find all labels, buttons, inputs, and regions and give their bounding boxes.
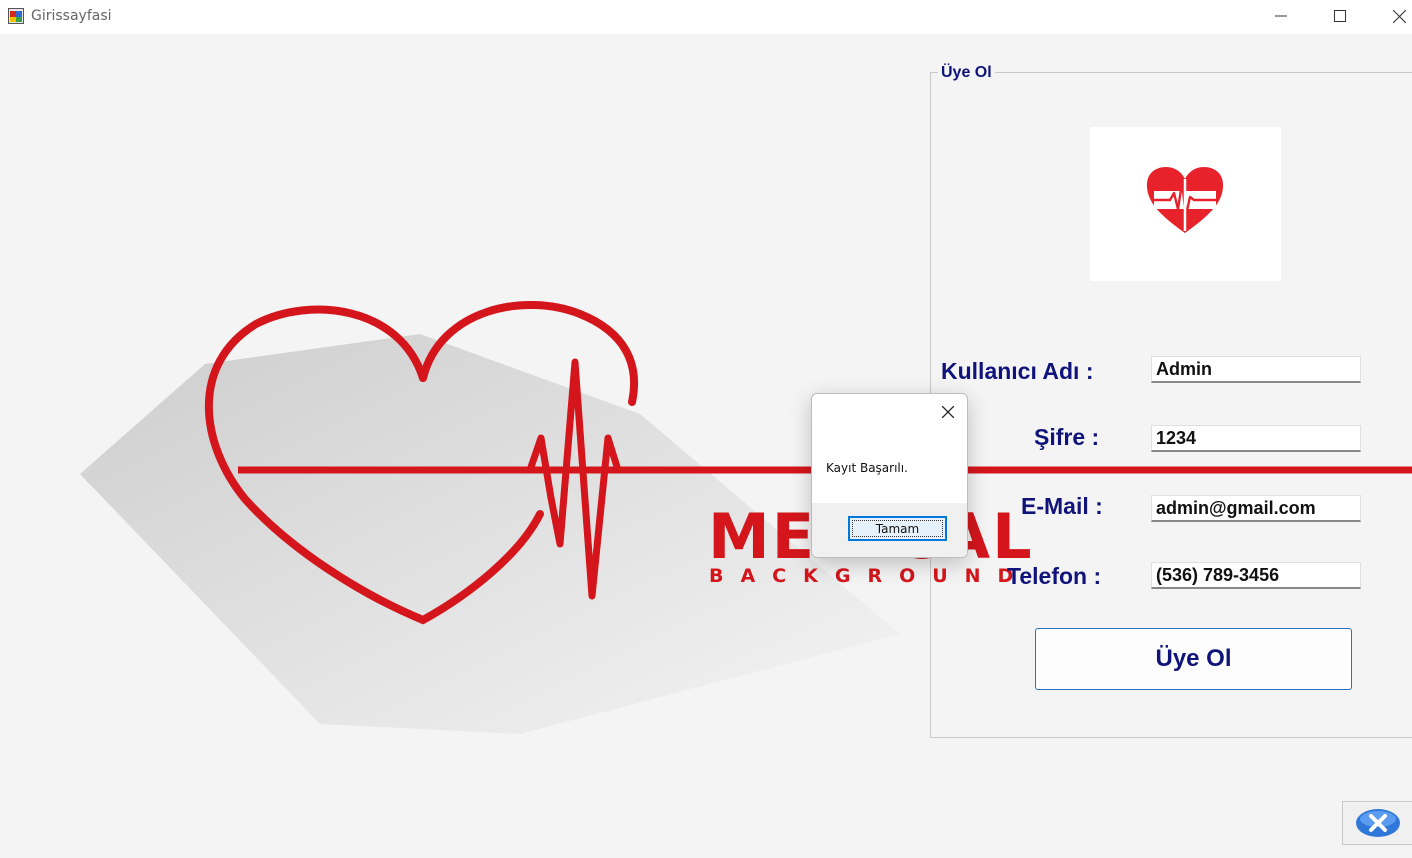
username-field[interactable] bbox=[1151, 356, 1361, 383]
minimize-icon bbox=[1275, 15, 1287, 17]
exit-button[interactable] bbox=[1342, 801, 1412, 845]
signup-button[interactable]: Üye Ol bbox=[1035, 628, 1352, 690]
ok-button-label: Tamam bbox=[852, 520, 943, 537]
email-field[interactable] bbox=[1151, 495, 1361, 522]
window-title: Girissayfasi bbox=[31, 8, 112, 24]
ok-button[interactable]: Tamam bbox=[848, 516, 947, 541]
logo-picture bbox=[1090, 127, 1281, 281]
phone-field[interactable] bbox=[1151, 562, 1361, 589]
minimize-button[interactable] bbox=[1252, 0, 1310, 32]
maximize-icon bbox=[1334, 10, 1346, 22]
dialog-message: Kayıt Başarılı. bbox=[826, 461, 908, 475]
password-field[interactable] bbox=[1151, 425, 1361, 452]
close-icon bbox=[1392, 9, 1406, 23]
message-dialog: Kayıt Başarılı. Tamam bbox=[811, 393, 968, 558]
maximize-button[interactable] bbox=[1311, 0, 1369, 32]
close-circle-icon bbox=[1355, 809, 1400, 837]
app-window-icon bbox=[8, 8, 24, 24]
title-bar: Girissayfasi bbox=[0, 0, 1412, 34]
username-label: Kullanıcı Adı : bbox=[941, 358, 1094, 384]
close-icon bbox=[942, 406, 954, 418]
phone-label: Telefon : bbox=[1007, 563, 1102, 589]
dialog-close-button[interactable] bbox=[935, 400, 961, 424]
groupbox-title: Üye Ol bbox=[938, 64, 995, 82]
heart-pulse-logo-icon bbox=[1146, 167, 1224, 233]
email-label: E-Mail : bbox=[1021, 493, 1103, 519]
close-window-button[interactable] bbox=[1370, 0, 1412, 32]
password-label: Şifre : bbox=[1034, 424, 1100, 450]
dialog-footer: Tamam bbox=[812, 503, 967, 557]
client-area: MEDICAL BACKGROUND Üye Ol Kullanıcı Adı … bbox=[0, 34, 1412, 858]
